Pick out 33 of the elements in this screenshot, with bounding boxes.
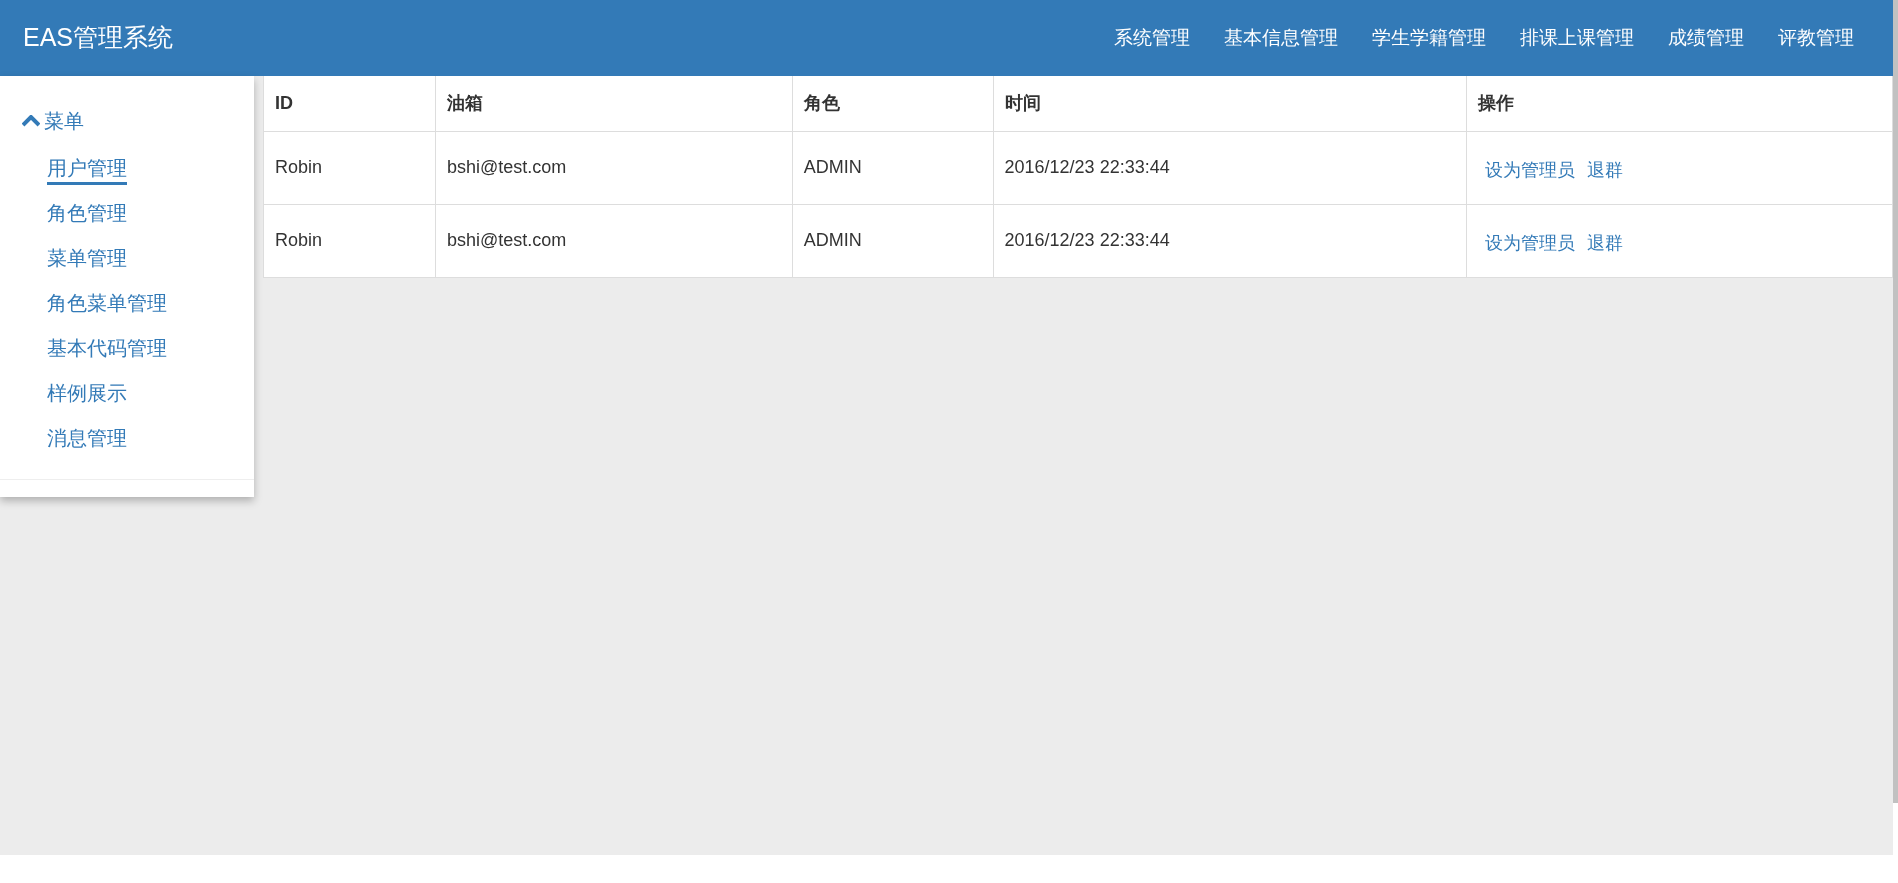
sidebar-item[interactable]: 样例展示 [47, 379, 127, 410]
table-cell: ADMIN [792, 131, 994, 204]
action-link[interactable]: 退群 [1587, 230, 1624, 257]
nav-link[interactable]: 成绩管理 [1651, 23, 1761, 53]
nav-link[interactable]: 学生学籍管理 [1355, 23, 1503, 53]
column-header: 油箱 [435, 76, 793, 131]
column-header: 时间 [993, 76, 1467, 131]
action-link[interactable]: 设为管理员 [1485, 157, 1576, 184]
table-cell: 2016/12/23 22:33:44 [993, 131, 1467, 204]
sidebar-item[interactable]: 用户管理 [47, 154, 127, 185]
column-header: ID [263, 76, 436, 131]
table-cell: 2016/12/23 22:33:44 [993, 204, 1467, 277]
nav-link[interactable]: 系统管理 [1097, 23, 1207, 53]
nav-link[interactable]: 排课上课管理 [1503, 23, 1651, 53]
table-cell: ADMIN [792, 204, 994, 277]
table-cell: Robin [263, 131, 436, 204]
action-link[interactable]: 退群 [1587, 157, 1624, 184]
scrollbar-thumb[interactable] [1893, 0, 1898, 803]
column-header: 操作 [1466, 76, 1893, 131]
column-header: 角色 [792, 76, 994, 131]
sidebar-item[interactable]: 消息管理 [47, 424, 127, 455]
brand-link[interactable]: EAS管理系统 [23, 19, 174, 57]
nav-link[interactable]: 评教管理 [1761, 23, 1871, 53]
table-cell: Robin [263, 204, 436, 277]
table-cell: bshi@test.com [435, 131, 793, 204]
sidebar-item[interactable]: 基本代码管理 [47, 334, 167, 365]
table-cell: bshi@test.com [435, 204, 793, 277]
action-link[interactable]: 设为管理员 [1485, 230, 1576, 257]
sidebar-item[interactable]: 角色管理 [47, 199, 127, 230]
menu-heading[interactable]: 菜单 [44, 106, 84, 136]
sidebar-item[interactable]: 菜单管理 [47, 244, 127, 275]
nav-link[interactable]: 基本信息管理 [1207, 23, 1355, 53]
sidebar-item[interactable]: 角色菜单管理 [47, 289, 167, 320]
